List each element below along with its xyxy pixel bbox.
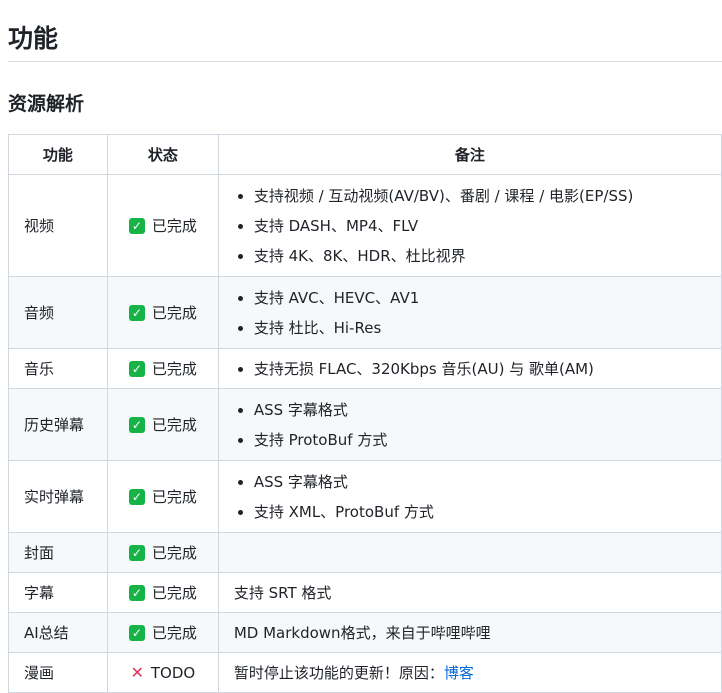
status-cell: ✓ 已完成	[106, 348, 219, 389]
note-item: 支持无损 FLAC、320Kbps 音乐(AU) 与 歌单(AM)	[254, 359, 706, 379]
status-label: 已完成	[151, 488, 197, 506]
status-cell: ✓ 已完成	[106, 174, 219, 277]
notes-cell	[217, 532, 722, 573]
status-label: 已完成	[151, 360, 197, 378]
table-row: 音乐 ✓ 已完成 支持无损 FLAC、320Kbps 音乐(AU) 与 歌单(AM…	[8, 348, 722, 389]
status-cell: ✓ 已完成	[106, 532, 219, 573]
column-header-status: 状态	[106, 134, 219, 175]
notes-cell: ASS 字幕格式 支持 ProtoBuf 方式	[217, 388, 722, 461]
check-icon: ✓	[128, 416, 145, 433]
check-icon: ✓	[128, 304, 145, 321]
table-row: 实时弹幕 ✓ 已完成 ASS 字幕格式 支持 XML、ProtoBuf 方式	[8, 460, 722, 533]
status-label: 已完成	[151, 544, 197, 562]
note-item: 支持 杜比、Hi-Res	[254, 318, 706, 338]
notes-cell: 支持视频 / 互动视频(AV/BV)、番剧 / 课程 / 电影(EP/SS) 支…	[217, 174, 722, 277]
notes-cell: 支持 AVC、HEVC、AV1 支持 杜比、Hi-Res	[217, 276, 722, 349]
status-label: 已完成	[151, 304, 197, 322]
status-cell: ✕ TODO	[106, 652, 219, 693]
check-icon: ✓	[128, 584, 145, 601]
section-title: 资源解析	[8, 93, 85, 115]
check-icon: ✓	[128, 217, 145, 234]
note-item: 支持 AVC、HEVC、AV1	[254, 288, 706, 308]
note-item: 支持 4K、8K、HDR、杜比视界	[254, 246, 706, 266]
feature-cell: 音频	[8, 276, 108, 349]
table-row: 历史弹幕 ✓ 已完成 ASS 字幕格式 支持 ProtoBuf 方式	[8, 388, 722, 461]
feature-cell: 视频	[8, 174, 108, 277]
table-row: 封面 ✓ 已完成	[8, 532, 722, 573]
notes-cell: 支持无损 FLAC、320Kbps 音乐(AU) 与 歌单(AM)	[217, 348, 722, 389]
page-title: 功能	[8, 24, 59, 53]
title-divider	[8, 61, 722, 62]
note-item: 支持 ProtoBuf 方式	[254, 430, 706, 450]
note-item: ASS 字幕格式	[254, 472, 706, 492]
table-row: 字幕 ✓ 已完成 支持 SRT 格式	[8, 572, 722, 613]
column-header-notes: 备注	[217, 134, 722, 175]
notes-cell: ASS 字幕格式 支持 XML、ProtoBuf 方式	[217, 460, 722, 533]
table-header-row: 功能 状态 备注	[8, 134, 722, 175]
check-icon: ✓	[128, 544, 145, 561]
cross-icon: ✕	[130, 663, 144, 682]
check-icon: ✓	[128, 488, 145, 505]
table-row: AI总结 ✓ 已完成 MD Markdown格式，来自于哔哩哔哩	[8, 612, 722, 653]
status-label: 已完成	[151, 416, 197, 434]
status-cell: ✓ 已完成	[106, 612, 219, 653]
status-label: 已完成	[151, 624, 197, 642]
status-cell: ✓ 已完成	[106, 572, 219, 613]
notes-cell: 暂时停止该功能的更新！原因：博客	[217, 652, 722, 693]
feature-cell: 实时弹幕	[8, 460, 108, 533]
status-label: TODO	[150, 663, 196, 682]
feature-cell: 音乐	[8, 348, 108, 389]
feature-cell: 字幕	[8, 572, 108, 613]
check-icon: ✓	[128, 624, 145, 641]
feature-table: 功能 状态 备注 视频 ✓ 已完成 支持视频 / 互动视频(AV/BV)、番剧 /…	[8, 134, 722, 693]
feature-cell: 封面	[8, 532, 108, 573]
status-cell: ✓ 已完成	[106, 388, 219, 461]
table-row: 漫画 ✕ TODO 暂时停止该功能的更新！原因：博客	[8, 652, 722, 693]
column-header-feature: 功能	[8, 134, 108, 175]
table-row: 视频 ✓ 已完成 支持视频 / 互动视频(AV/BV)、番剧 / 课程 / 电影(…	[8, 174, 722, 277]
feature-cell: 漫画	[8, 652, 108, 693]
notes-cell: 支持 SRT 格式	[217, 572, 722, 613]
note-item: ASS 字幕格式	[254, 400, 706, 420]
check-icon: ✓	[128, 360, 145, 377]
note-text: 暂时停止该功能的更新！原因：	[233, 664, 444, 682]
status-cell: ✓ 已完成	[106, 276, 219, 349]
blog-link[interactable]: 博客	[444, 664, 474, 682]
note-item: 支持 XML、ProtoBuf 方式	[254, 502, 706, 522]
feature-cell: 历史弹幕	[8, 388, 108, 461]
note-item: 支持 DASH、MP4、FLV	[254, 216, 706, 236]
status-cell: ✓ 已完成	[106, 460, 219, 533]
status-label: 已完成	[151, 217, 197, 235]
note-item: 支持视频 / 互动视频(AV/BV)、番剧 / 课程 / 电影(EP/SS)	[254, 186, 706, 206]
status-label: 已完成	[151, 584, 197, 602]
feature-cell: AI总结	[8, 612, 108, 653]
notes-cell: MD Markdown格式，来自于哔哩哔哩	[217, 612, 722, 653]
table-row: 音频 ✓ 已完成 支持 AVC、HEVC、AV1 支持 杜比、Hi-Res	[8, 276, 722, 349]
